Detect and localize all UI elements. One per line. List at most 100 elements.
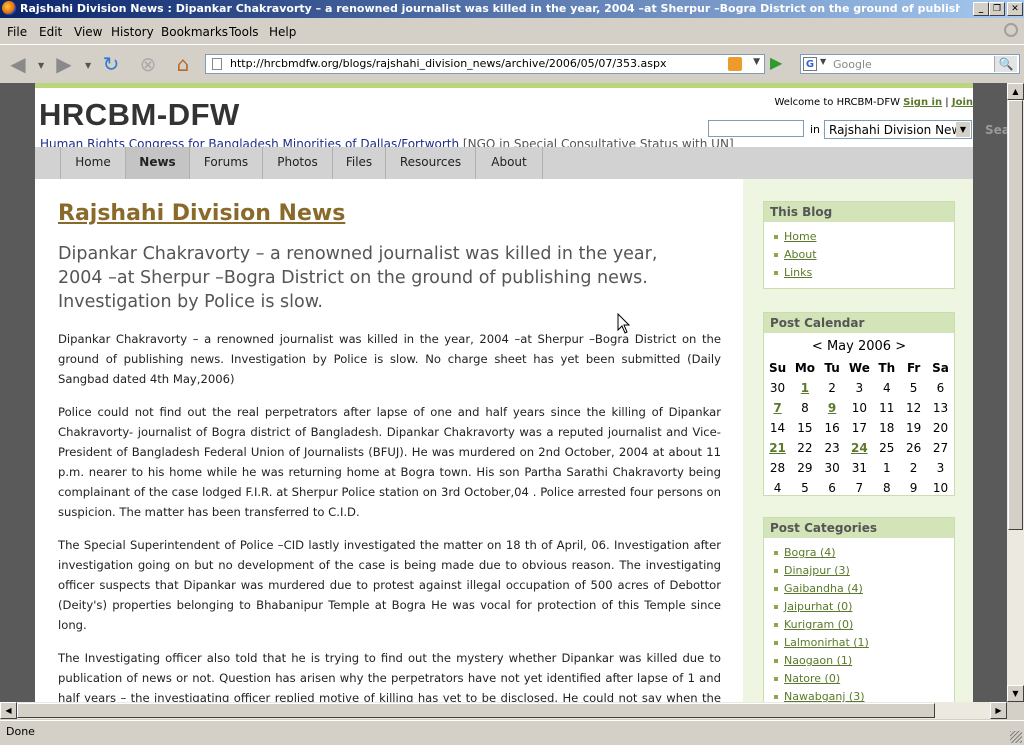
this-blog-links: Home About Links — [764, 222, 954, 282]
url-text[interactable]: http://hrcbmdfw.org/blogs/rajshahi_divis… — [230, 57, 666, 70]
category-label[interactable]: Dinajpur (3) — [784, 564, 850, 577]
home-button[interactable]: ⌂ — [170, 51, 196, 77]
bullet-icon — [774, 695, 778, 699]
post-categories-box: Post Categories Bogra (4) Dinajpur (3) Gai… — [763, 517, 955, 702]
chevron-down-icon[interactable]: ▼ — [956, 122, 970, 137]
nav-about[interactable]: About — [476, 147, 543, 179]
nav-forums[interactable]: Forums — [190, 147, 263, 179]
search-input[interactable]: Google — [833, 58, 872, 71]
category-label[interactable]: Bogra (4) — [784, 546, 836, 559]
scroll-left-icon[interactable]: ◀ — [0, 702, 17, 719]
vertical-scroll-thumb[interactable] — [1008, 100, 1023, 530]
menu-bookmarks[interactable]: Bookmarks — [161, 25, 228, 39]
menu-view[interactable]: View — [74, 25, 102, 39]
horizontal-scrollbar[interactable]: ◀ ▶ — [0, 702, 1007, 719]
calendar-day: 29 — [797, 461, 813, 475]
this-blog-link-home[interactable]: Home — [774, 228, 954, 246]
category-item[interactable]: Natore (0) — [774, 670, 954, 688]
url-bar[interactable]: http://hrcbmdfw.org/blogs/rajshahi_divis… — [205, 54, 765, 74]
calendar-day-link[interactable]: 1 — [791, 378, 819, 398]
category-item[interactable]: Jaipurhat (0) — [774, 598, 954, 616]
site-search-scope-select[interactable]: Rajshahi Division News ▼ — [824, 120, 972, 139]
navigation-toolbar: ◀ ▼ ▶ ▼ ↻ ⊗ ⌂ http://hrcbmdfw.org/blogs/… — [0, 44, 1024, 83]
link-label[interactable]: Home — [784, 230, 816, 243]
url-dropdown-icon[interactable]: ▼ — [753, 57, 760, 67]
minimize-button[interactable]: _ — [973, 2, 989, 16]
calendar-day: 9 — [909, 481, 918, 495]
join-link[interactable]: Join — [952, 97, 973, 108]
calendar-day-link[interactable]: 21 — [764, 438, 791, 458]
search-go-button[interactable]: 🔍 — [994, 56, 1017, 72]
category-item[interactable]: Kurigram (0) — [774, 616, 954, 634]
site-title[interactable]: HRCBM-DFW — [39, 97, 240, 133]
scroll-right-icon[interactable]: ▶ — [990, 702, 1007, 719]
category-item[interactable]: Dinajpur (3) — [774, 562, 954, 580]
calendar-day: 6 — [936, 381, 945, 395]
back-history-dropdown-icon[interactable]: ▼ — [38, 61, 44, 70]
menu-bar: File Edit View History Bookmarks Tools H… — [0, 20, 1024, 42]
sign-in-link[interactable]: Sign in — [903, 97, 942, 108]
this-blog-link-links[interactable]: Links — [774, 264, 954, 282]
close-button[interactable]: ✕ — [1007, 2, 1023, 16]
category-item[interactable]: Nawabganj (3) — [774, 688, 954, 702]
engine-dropdown-icon[interactable]: ▼ — [820, 57, 826, 66]
menu-edit[interactable]: Edit — [39, 25, 62, 39]
menu-tools[interactable]: Tools — [229, 25, 259, 39]
search-bar[interactable]: G ▼ Google 🔍 — [800, 54, 1020, 74]
calendar-prev-month[interactable]: < — [812, 339, 823, 354]
go-button[interactable]: ▶ — [770, 55, 786, 71]
calendar-day-link[interactable]: 24 — [845, 438, 873, 458]
calendar-week: 28 29 30 31 1 2 3 — [764, 458, 954, 478]
category-label[interactable]: Naogaon (1) — [784, 654, 852, 667]
rss-feed-icon[interactable] — [728, 57, 742, 71]
maximize-button[interactable]: ❐ — [989, 2, 1005, 16]
this-blog-heading: This Blog — [764, 202, 954, 222]
category-label[interactable]: Lalmonirhat (1) — [784, 636, 869, 649]
calendar-day: 12 — [905, 401, 922, 415]
category-label[interactable]: Natore (0) — [784, 672, 840, 685]
calendar-day-link[interactable]: 9 — [819, 398, 846, 418]
resize-grip-icon[interactable] — [1010, 731, 1022, 743]
nav-news[interactable]: News — [126, 147, 190, 179]
site-search-input[interactable] — [708, 120, 804, 137]
category-label[interactable]: Kurigram (0) — [784, 618, 853, 631]
back-button[interactable]: ◀ — [5, 51, 31, 77]
this-blog-link-about[interactable]: About — [774, 246, 954, 264]
scroll-down-icon[interactable]: ▼ — [1007, 685, 1024, 702]
nav-files[interactable]: Files — [333, 147, 386, 179]
category-item[interactable]: Naogaon (1) — [774, 652, 954, 670]
nav-resources[interactable]: Resources — [386, 147, 476, 179]
category-label[interactable]: Jaipurhat (0) — [784, 600, 852, 613]
google-engine-icon[interactable]: G — [803, 57, 817, 71]
calendar-week: 14 15 16 17 18 19 20 — [764, 418, 954, 438]
horizontal-scroll-thumb[interactable] — [17, 703, 935, 718]
nav-photos[interactable]: Photos — [263, 147, 333, 179]
menu-history[interactable]: History — [111, 25, 154, 39]
nav-home[interactable]: Home — [61, 147, 126, 179]
calendar-day: 10 — [851, 401, 868, 415]
category-label[interactable]: Gaibandha (4) — [784, 582, 863, 595]
welcome-area: Welcome to HRCBM-DFW Sign in | Join — [774, 97, 973, 108]
category-item[interactable]: Gaibandha (4) — [774, 580, 954, 598]
stop-button[interactable]: ⊗ — [135, 51, 161, 77]
menu-help[interactable]: Help — [269, 25, 296, 39]
site-search-button-clipped[interactable]: Sea — [985, 123, 1007, 137]
site-navigation: Home News Forums Photos Files Resources … — [35, 147, 973, 179]
blog-title-link[interactable]: Rajshahi Division News — [58, 201, 345, 226]
link-label[interactable]: Links — [784, 266, 812, 279]
menu-file[interactable]: File — [7, 25, 27, 39]
vertical-scrollbar[interactable]: ▲ ▼ — [1007, 83, 1024, 702]
link-label[interactable]: About — [784, 248, 817, 261]
forward-button[interactable]: ▶ — [51, 51, 77, 77]
forward-history-dropdown-icon[interactable]: ▼ — [85, 61, 91, 70]
category-item[interactable]: Bogra (4) — [774, 544, 954, 562]
category-label[interactable]: Nawabganj (3) — [784, 690, 865, 702]
category-item[interactable]: Lalmonirhat (1) — [774, 634, 954, 652]
bullet-icon — [774, 551, 778, 555]
calendar-day-header: We — [848, 361, 870, 375]
reload-button[interactable]: ↻ — [98, 51, 124, 77]
calendar-day-link[interactable]: 7 — [764, 398, 791, 418]
calendar-grid: Su Mo Tu We Th Fr Sa 30 1 2 3 4 5 6 7 8 9 10 11 12 13 14 15 16… — [764, 358, 954, 498]
scroll-up-icon[interactable]: ▲ — [1007, 83, 1024, 100]
calendar-next-month[interactable]: > — [895, 339, 906, 354]
